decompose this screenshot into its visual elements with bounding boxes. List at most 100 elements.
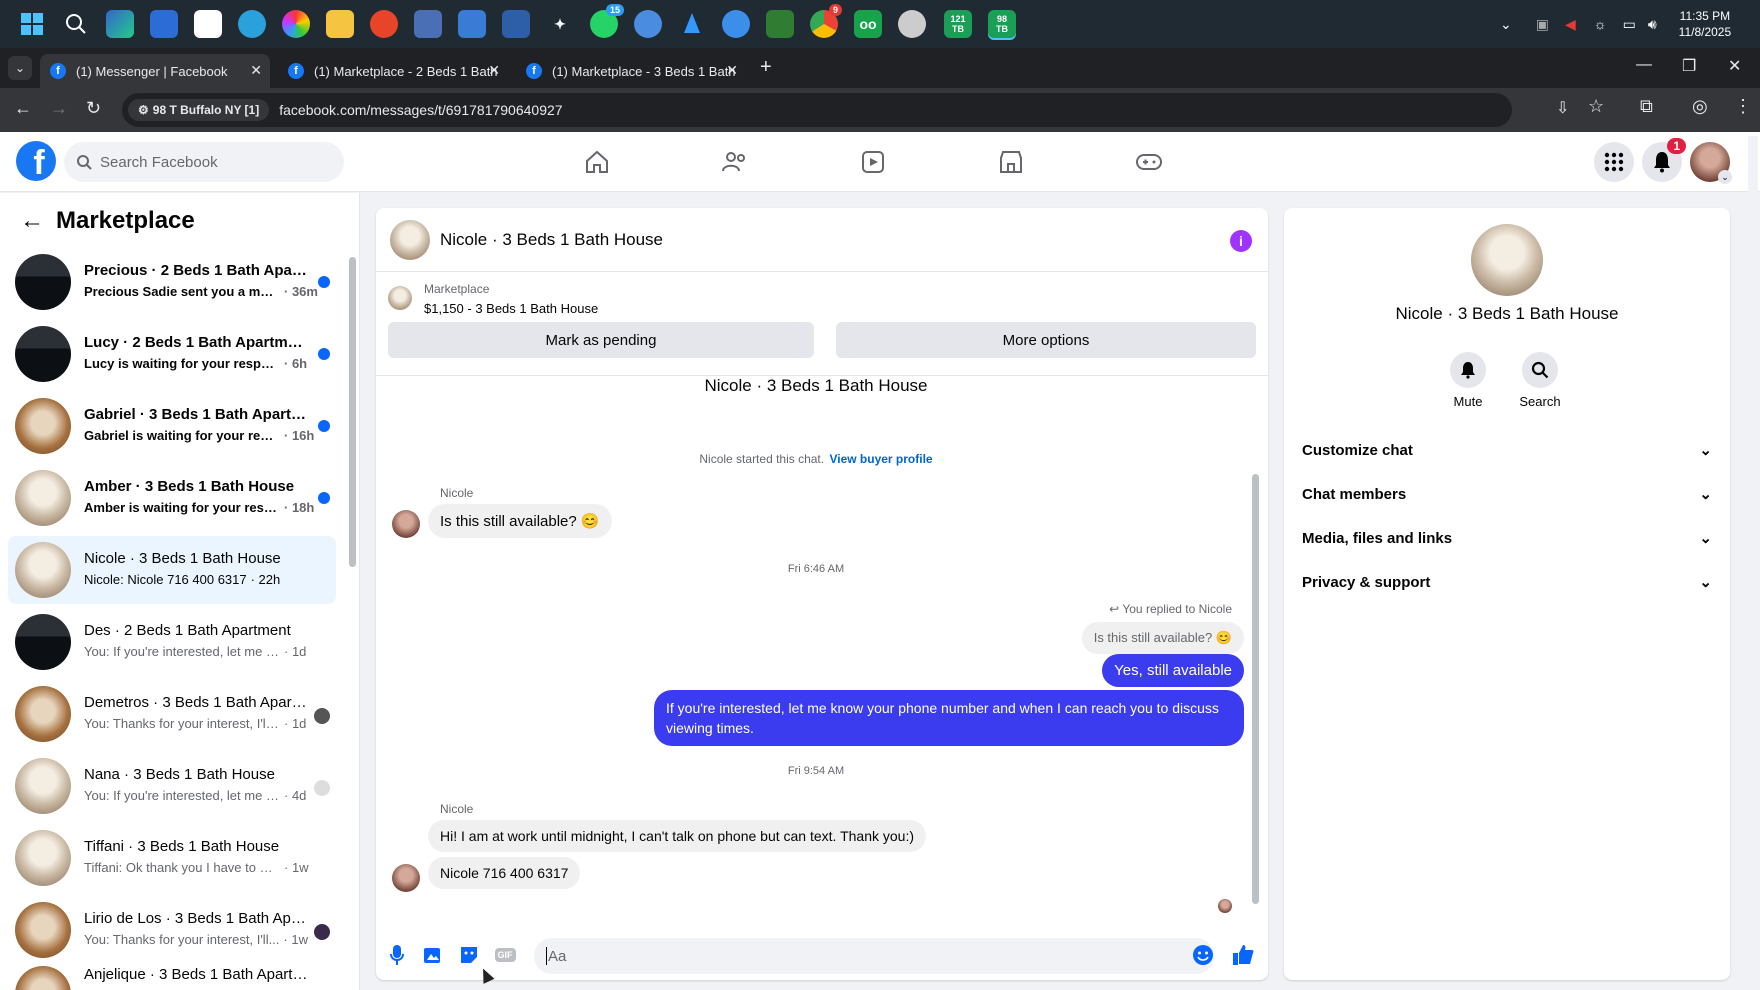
sail-icon[interactable] [678,10,706,38]
bookmark-star-icon[interactable]: ☆ [1588,96,1604,117]
mark-as-pending-button[interactable]: Mark as pending [388,322,814,358]
gif-icon[interactable]: GIF [494,944,516,966]
new-tab-icon[interactable]: + [760,56,772,79]
profile-icon[interactable]: ◎ [1692,96,1708,117]
windows-start-icon[interactable] [18,10,46,38]
account-avatar[interactable]: ⌄ [1690,142,1732,184]
network-icon[interactable]: ▭ [1623,16,1636,33]
close-icon[interactable]: ✕ [726,62,738,79]
menu-grid-icon[interactable] [1594,142,1634,182]
app-icon[interactable] [502,10,530,38]
store-icon[interactable] [194,10,222,38]
notes-icon[interactable] [458,10,486,38]
whatsapp-icon[interactable]: 15 [590,4,624,38]
forward-icon[interactable]: → [50,98,68,119]
speaker-icon[interactable]: ◀ [1565,16,1576,33]
photo-icon[interactable] [422,944,444,966]
message-input[interactable]: Aa [534,938,1214,974]
microphone-icon[interactable] [386,944,408,966]
listing-title[interactable]: $1,150 - 3 Beds 1 Bath House [424,301,598,316]
color-app-icon[interactable] [282,10,310,38]
search-button[interactable]: Search [1510,352,1570,409]
rocket-icon[interactable]: ✦ [546,10,574,38]
browser-tab-marketplace-2[interactable]: f (1) Marketplace - 2 Beds 1 Bath ✕ [278,54,508,88]
app-icon[interactable] [414,10,442,38]
listing-thumbnail[interactable] [388,286,412,310]
facebook-search-input[interactable]: Search Facebook [64,142,344,182]
brightness-icon[interactable]: ☼ [1594,16,1607,32]
search-icon[interactable] [62,10,90,38]
page-scrollbar[interactable] [1748,136,1758,986]
conversation-item-selected[interactable]: Nicole · 3 Beds 1 Bath House Nicole: Nic… [8,536,336,604]
back-icon[interactable]: ← [14,98,32,119]
incoming-message[interactable]: Nicole 716 400 6317 [428,857,581,889]
browser-tab-marketplace-3[interactable]: f (1) Marketplace - 3 Beds 1 Bath ✕ [516,54,746,88]
conversation-item[interactable]: Nana · 3 Beds 1 Bath House You: If you'r… [8,752,336,820]
chevron-up-icon[interactable]: ⌄ [1500,16,1512,33]
chat-members-section[interactable]: Chat members ⌄ [1298,474,1716,514]
conversation-item[interactable]: Gabriel · 3 Beds 1 Bath Apartment Gabrie… [8,392,336,460]
close-icon[interactable]: ✕ [488,62,500,79]
home-icon[interactable] [577,144,617,180]
outgoing-message[interactable]: If you're interested, let me know your p… [654,690,1244,746]
chat-title[interactable]: Nicole · 3 Beds 1 Bath House [440,230,663,250]
extensions-icon[interactable]: ⧉ [1640,96,1653,117]
edge-icon[interactable] [106,10,134,38]
gaming-icon[interactable] [1129,144,1169,180]
video-icon[interactable] [853,144,893,180]
conversation-item[interactable]: Lirio de Los · 3 Beds 1 Bath Apartment Y… [8,896,336,964]
view-buyer-profile-link[interactable]: View buyer profile [829,452,932,466]
shield-icon[interactable]: ▣ [1536,16,1549,33]
chat-avatar[interactable] [390,220,430,260]
conversation-item[interactable]: Amber · 3 Beds 1 Bath House Amber is wai… [8,464,336,532]
menu-kebab-icon[interactable]: ⋮ [1734,96,1752,117]
notifications-bell-icon[interactable]: 1 [1642,138,1686,182]
privacy-support-section[interactable]: Privacy & support ⌄ [1298,562,1716,602]
conversation-item[interactable]: Lucy · 2 Beds 1 Bath Apartment Lucy is w… [8,320,336,388]
thumbs-up-icon[interactable] [1232,944,1254,966]
sender-avatar[interactable] [392,864,420,892]
conversation-item[interactable]: Tiffani · 3 Beds 1 Bath House Tiffani: O… [8,824,336,892]
sticker-icon[interactable] [458,944,480,966]
lock-app-icon[interactable] [766,10,794,38]
file-explorer-icon[interactable] [326,10,354,38]
minimize-icon[interactable]: — [1636,56,1652,74]
emoji-icon[interactable] [1192,944,1214,966]
outgoing-message[interactable]: Yes, still available [1102,654,1244,687]
maximize-icon[interactable]: ❐ [1682,56,1696,76]
chrome-icon[interactable]: 9 [810,4,842,38]
sender-avatar[interactable] [392,510,420,538]
marketplace-icon[interactable] [991,144,1031,180]
contact-avatar[interactable] [1471,224,1543,296]
thread-scrollbar[interactable] [1252,474,1259,904]
outlook-icon[interactable] [150,10,178,38]
telegram-icon[interactable] [238,10,266,38]
reload-icon[interactable]: ↻ [86,98,101,119]
conversation-item[interactable]: Des · 2 Beds 1 Bath Apartment You: If yo… [8,608,336,676]
media-files-links-section[interactable]: Media, files and links ⌄ [1298,518,1716,558]
conversation-item[interactable]: Precious · 2 Beds 1 Bath Apartment Preci… [8,248,336,316]
window-close-icon[interactable]: ✕ [1728,56,1741,76]
app-icon[interactable] [634,10,662,38]
back-arrow-icon[interactable]: ← [20,207,44,235]
volume-icon[interactable]: 🔊︎ [1648,16,1657,33]
incoming-message[interactable]: Is this still available? 😊 [428,504,612,538]
globe-icon[interactable] [898,10,926,38]
facebook-logo-icon[interactable]: f [16,141,56,181]
clock[interactable]: 11:35 PM 11/8/2025 [1679,8,1732,40]
quoted-message[interactable]: Is this still available? 😊 [1081,622,1244,654]
tb-98-icon[interactable]: 98 TB [988,10,1016,38]
tab-search-icon[interactable]: ⌄ [8,56,32,80]
more-options-button[interactable]: More options [836,322,1256,358]
docker-icon[interactable] [722,10,750,38]
site-info-chip[interactable]: ⚙ 98 T Buffalo NY [1] [128,99,270,121]
media-app-icon[interactable] [370,10,398,38]
sidebar-scrollbar[interactable] [349,257,356,567]
conversation-item[interactable]: Demetros · 3 Beds 1 Bath Apartment You: … [8,680,336,748]
browser-tab-messenger[interactable]: f (1) Messenger | Facebook ✕ [40,54,270,88]
customize-chat-section[interactable]: Customize chat ⌄ [1298,430,1716,470]
info-icon[interactable]: i [1230,230,1252,252]
app-icon[interactable]: oo [854,10,882,38]
address-bar[interactable]: ⚙ 98 T Buffalo NY [1] facebook.com/messag… [122,93,1512,127]
mute-button[interactable]: Mute [1438,352,1498,409]
